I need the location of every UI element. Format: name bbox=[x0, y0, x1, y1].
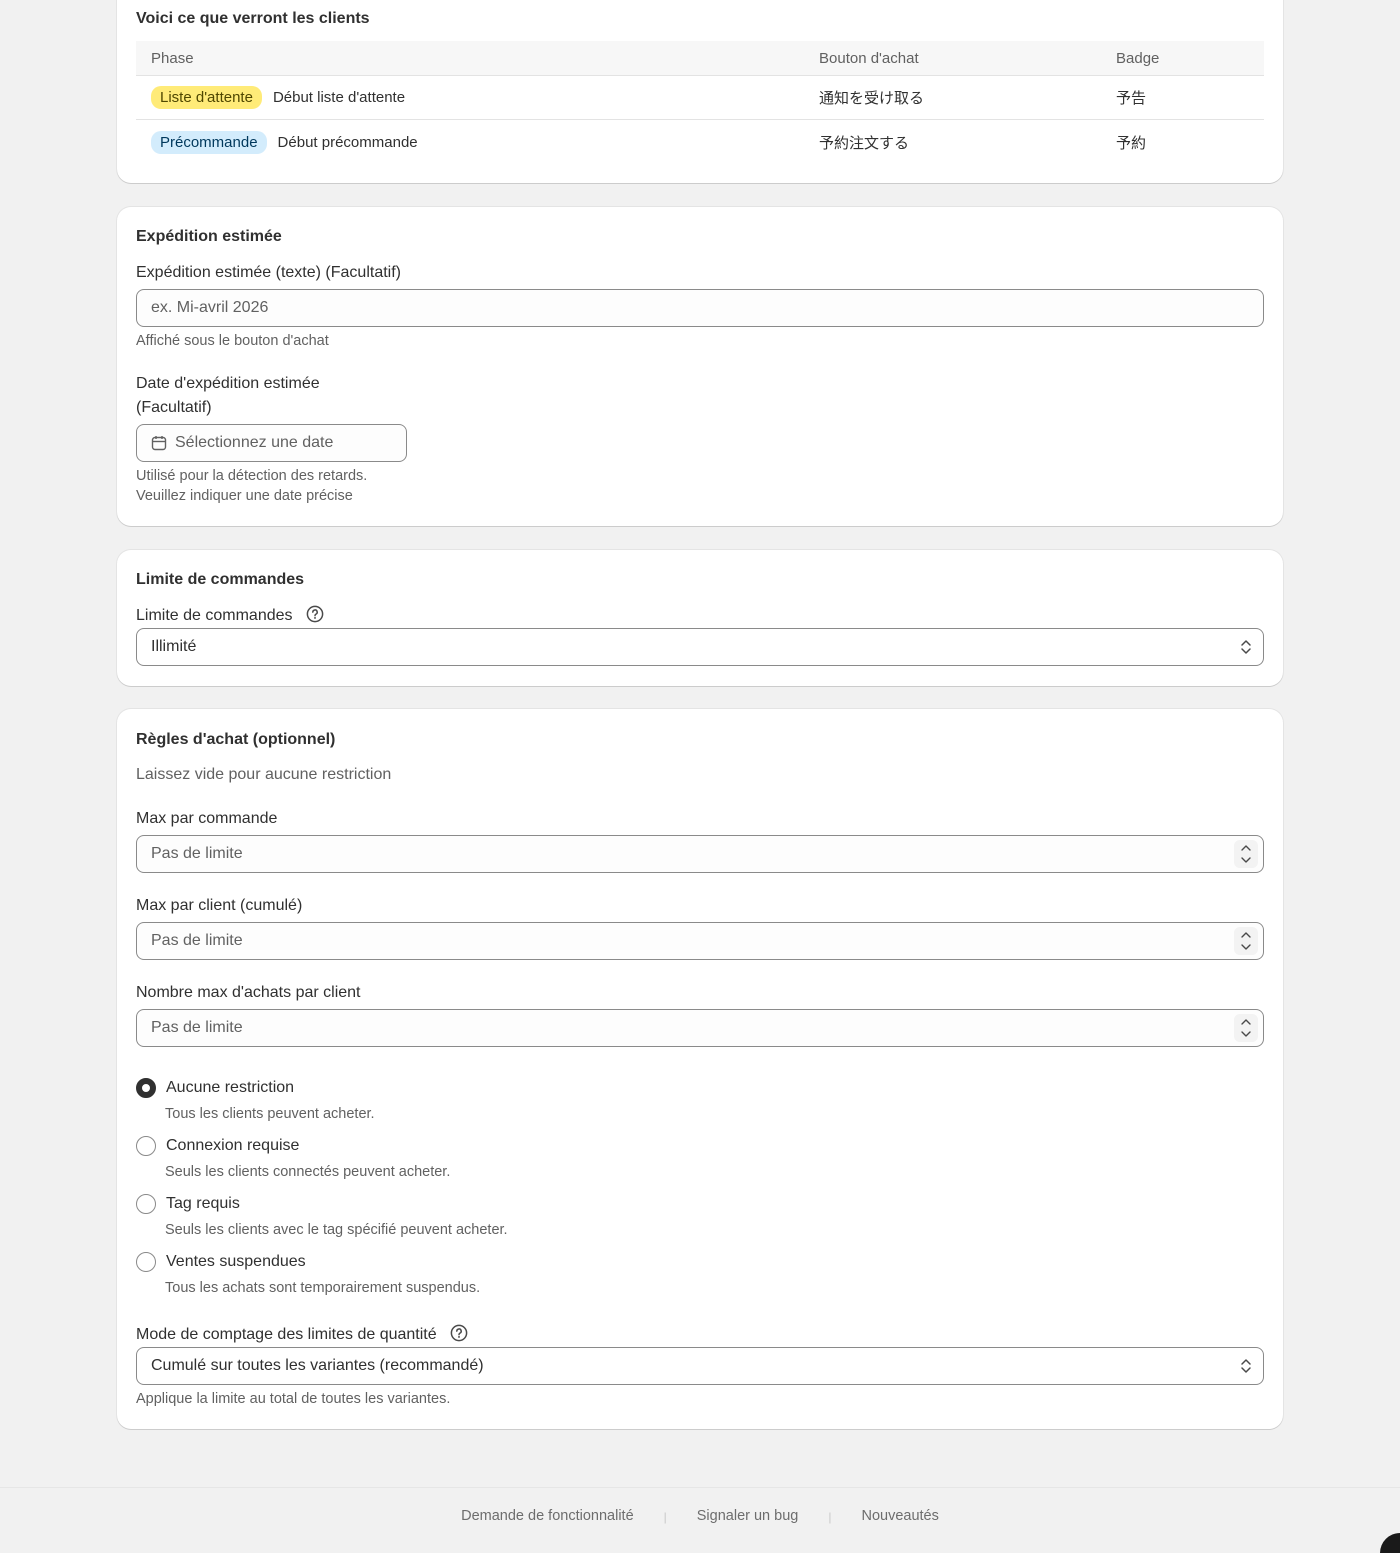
shipping-card: Expédition estimée Expédition estimée (t… bbox=[117, 207, 1283, 526]
order-limit-label: Limite de commandes bbox=[136, 604, 324, 628]
help-icon[interactable] bbox=[450, 1324, 468, 1342]
date-help: Utilisé pour la détection des retards. bbox=[136, 468, 368, 484]
header-badge: Badge bbox=[1116, 49, 1160, 67]
count-mode-value: Cumulé sur toutes les variantes (recomma… bbox=[151, 1357, 484, 1374]
order-limit-card: Limite de commandes Limite de commandes … bbox=[117, 550, 1283, 686]
radio-help: Seuls les clients avec le tag spécifié p… bbox=[165, 1222, 508, 1238]
radio-button[interactable] bbox=[136, 1252, 156, 1272]
max-purchases-placeholder: Pas de limite bbox=[151, 1019, 243, 1036]
badge-text: 予約 bbox=[1116, 134, 1147, 152]
radio-help: Seuls les clients connectés peuvent ache… bbox=[165, 1164, 451, 1180]
customer-preview-card: Voici ce que verront les clients Phase B… bbox=[117, 0, 1283, 183]
shipping-text-placeholder: ex. Mi-avril 2026 bbox=[151, 299, 269, 316]
badge-text: 予告 bbox=[1116, 90, 1147, 107]
date-placeholder: Sélectionnez une date bbox=[175, 434, 334, 451]
shipping-date-label: Date d'expédition estimée bbox=[136, 375, 320, 392]
radio-label: Ventes suspendues bbox=[166, 1253, 306, 1270]
radio-help: Tous les clients peuvent acheter. bbox=[165, 1106, 375, 1122]
radio-label: Aucune restriction bbox=[166, 1079, 295, 1096]
radio-button[interactable] bbox=[136, 1078, 156, 1098]
max-order-label: Max par commande bbox=[136, 810, 278, 827]
count-mode-label-text: Mode de comptage des limites de quantité bbox=[136, 1326, 437, 1343]
footer-link-feature-request[interactable]: Demande de fonctionnalité bbox=[461, 1508, 634, 1524]
max-order-placeholder: Pas de limite bbox=[151, 845, 243, 862]
select-chevron-icon bbox=[1241, 640, 1251, 654]
order-limit-value: Illimité bbox=[151, 638, 197, 655]
max-client-label: Max par client (cumulé) bbox=[136, 897, 303, 914]
shipping-text-label: Expédition estimée (texte) (Facultatif) bbox=[136, 264, 401, 281]
footer: Demande de fonctionnalité | Signaler un … bbox=[0, 1487, 1400, 1553]
footer-separator: | bbox=[663, 1510, 667, 1524]
count-mode-help: Applique la limite au total de toutes le… bbox=[136, 1391, 451, 1407]
radio-button[interactable] bbox=[136, 1194, 156, 1214]
date-picker-input[interactable]: Sélectionnez une date bbox=[136, 424, 407, 462]
header-phase: Phase bbox=[151, 49, 194, 67]
radio-tag-required[interactable]: Tag requis bbox=[136, 1194, 240, 1214]
max-purchases-input[interactable]: Pas de limite bbox=[136, 1009, 1264, 1047]
radio-login-required[interactable]: Connexion requise bbox=[136, 1136, 299, 1156]
count-mode-select[interactable]: Cumulé sur toutes les variantes (recomma… bbox=[136, 1347, 1264, 1385]
footer-link-report-bug[interactable]: Signaler un bug bbox=[697, 1508, 799, 1524]
order-limit-label-text: Limite de commandes bbox=[136, 607, 293, 624]
status-badge-waitlist: Liste d'attente bbox=[151, 86, 262, 109]
status-badge-preorder: Précommande bbox=[151, 130, 267, 154]
number-stepper-icon[interactable] bbox=[1234, 1014, 1258, 1042]
max-order-input[interactable]: Pas de limite bbox=[136, 835, 1264, 873]
shipping-text-input[interactable]: ex. Mi-avril 2026 bbox=[136, 289, 1264, 327]
help-icon[interactable] bbox=[306, 605, 324, 623]
table-row: Liste d'attente Début liste d'attente 通知… bbox=[136, 76, 1264, 120]
max-purchases-label: Nombre max d'achats par client bbox=[136, 984, 361, 1001]
radio-no-restriction[interactable]: Aucune restriction bbox=[136, 1078, 294, 1098]
footer-separator: | bbox=[828, 1510, 832, 1524]
shipping-title: Expédition estimée bbox=[136, 228, 282, 245]
preview-title: Voici ce que verront les clients bbox=[136, 10, 370, 27]
radio-button[interactable] bbox=[136, 1136, 156, 1156]
shipping-date-label-optional: (Facultatif) bbox=[136, 399, 212, 416]
rules-subtitle: Laissez vide pour aucune restriction bbox=[136, 766, 392, 783]
footer-link-whats-new[interactable]: Nouveautés bbox=[861, 1508, 938, 1524]
order-limit-title: Limite de commandes bbox=[136, 571, 305, 588]
header-button: Bouton d'achat bbox=[819, 49, 919, 67]
number-stepper-icon[interactable] bbox=[1234, 927, 1258, 955]
date-help-2: Veuillez indiquer une date précise bbox=[136, 488, 353, 504]
phase-name: Début liste d'attente bbox=[272, 89, 406, 106]
count-mode-label: Mode de comptage des limites de quantité bbox=[136, 1323, 468, 1347]
phase-table: Phase Bouton d'achat Badge Liste d'atten… bbox=[136, 41, 1264, 164]
purchase-rules-card: Règles d'achat (optionnel) Laissez vide … bbox=[117, 709, 1283, 1429]
button-text: 通知を受け取る bbox=[819, 90, 925, 107]
radio-label: Tag requis bbox=[166, 1195, 240, 1212]
radio-help: Tous les achats sont temporairement susp… bbox=[165, 1280, 481, 1296]
select-chevron-icon bbox=[1241, 1359, 1251, 1373]
radio-label: Connexion requise bbox=[166, 1137, 300, 1154]
table-row: Précommande Début précommande 予約注文する 予約 bbox=[136, 120, 1264, 164]
calendar-icon bbox=[151, 436, 167, 451]
table-header: Phase Bouton d'achat Badge bbox=[136, 41, 1264, 76]
button-text: 予約注文する bbox=[819, 134, 910, 152]
radio-sales-suspended[interactable]: Ventes suspendues bbox=[136, 1252, 306, 1272]
max-client-input[interactable]: Pas de limite bbox=[136, 922, 1264, 960]
order-limit-select[interactable]: Illimité bbox=[136, 628, 1264, 666]
number-stepper-icon[interactable] bbox=[1234, 840, 1258, 868]
max-client-placeholder: Pas de limite bbox=[151, 932, 243, 949]
phase-name: Début précommande bbox=[277, 133, 418, 151]
shipping-text-help: Affiché sous le bouton d'achat bbox=[136, 333, 329, 349]
rules-title: Règles d'achat (optionnel) bbox=[136, 731, 336, 748]
